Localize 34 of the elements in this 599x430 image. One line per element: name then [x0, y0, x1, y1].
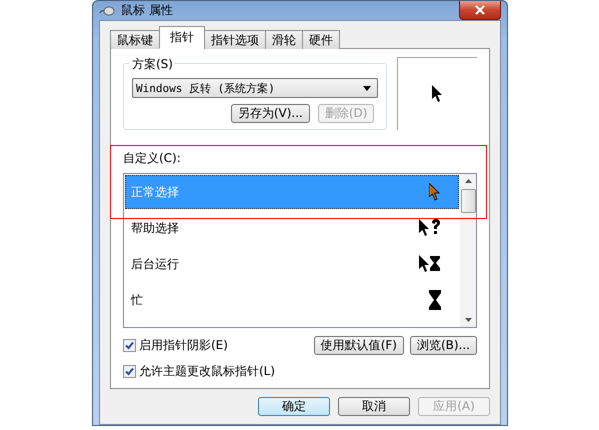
arrow-cursor-icon: [432, 85, 444, 103]
arrow-cursor-icon: [429, 183, 441, 201]
tab[interactable]: 指针选项: [204, 30, 266, 49]
hourglass-icon: [429, 290, 441, 310]
tab[interactable]: 指针: [159, 26, 205, 49]
list-label: 自定义(C):: [123, 150, 182, 167]
group-label: 方案(S): [130, 56, 175, 73]
scheme-button[interactable]: 另存为(V)...: [230, 104, 310, 123]
checkbox-option[interactable]: 允许主题更改鼠标指针(L): [123, 363, 477, 380]
dialog-button[interactable]: 取消: [338, 397, 410, 416]
tab[interactable]: 鼠标键: [110, 30, 160, 49]
scrollbar[interactable]: [460, 174, 476, 327]
working-cursor-icon: [419, 255, 441, 273]
mouse-icon: [99, 4, 115, 16]
tab[interactable]: 硬件: [302, 30, 340, 49]
scroll-up-icon[interactable]: [464, 179, 472, 183]
close-button[interactable]: [459, 1, 501, 20]
close-icon: [474, 5, 486, 15]
checkbox[interactable]: [123, 339, 136, 352]
list-button[interactable]: 浏览(B)...: [410, 336, 477, 355]
help-cursor-icon: [419, 219, 441, 237]
dialog-button[interactable]: 确定: [258, 397, 330, 416]
scroll-thumb[interactable]: [460, 189, 476, 213]
cursor-list-item[interactable]: 帮助选择: [125, 211, 459, 245]
list-button[interactable]: 使用默认值(F): [314, 336, 404, 355]
cursor-list-item[interactable]: 忙: [125, 283, 459, 317]
tab[interactable]: 滑轮: [265, 30, 303, 49]
window-title: 鼠标 属性: [121, 2, 173, 19]
dropdown-arrow-icon: [363, 86, 372, 90]
checkbox[interactable]: [123, 365, 136, 378]
scheme-dropdown[interactable]: Windows 反转 (系统方案): [132, 78, 378, 98]
checkbox-option[interactable]: 启用指针阴影(E): [123, 337, 228, 354]
cursor-list-item[interactable]: 后台运行: [125, 247, 459, 281]
scroll-down-icon[interactable]: [464, 318, 472, 322]
